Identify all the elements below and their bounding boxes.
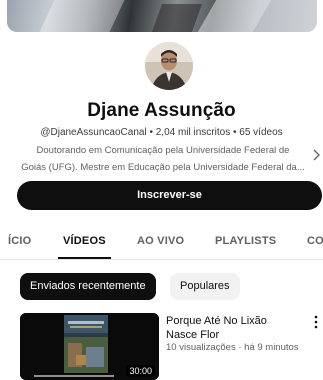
description-line: Doutorando em Comunicação pela Universid… [36, 145, 290, 156]
more-vertical-icon[interactable] [312, 315, 320, 329]
tab-playlists[interactable]: PLAYLISTS [215, 235, 276, 247]
avatar-photo [145, 42, 193, 90]
description-line: Goiás (UFG). Mestre em Educação pela Uni… [21, 162, 305, 173]
channel-description[interactable]: Doutorando em Comunicação pela Universid… [18, 142, 308, 176]
channel-tabs: ÍCIO VÍDEOS AO VIVO PLAYLISTS CO [0, 226, 323, 260]
tab-videos[interactable]: VÍDEOS [63, 235, 106, 247]
chip-enviados-recentemente[interactable]: Enviados recentemente [20, 273, 156, 300]
tab-ao-vivo[interactable]: AO VIVO [137, 235, 184, 247]
video-duration: 30:00 [126, 365, 155, 377]
subscriber-count: 2,04 mil inscritos [155, 127, 231, 138]
chip-populares[interactable]: Populares [170, 273, 240, 300]
active-tab-indicator [58, 257, 111, 259]
channel-avatar[interactable] [145, 42, 193, 90]
video-meta: 10 visualizações · há 9 minutos [166, 342, 299, 353]
video-title[interactable]: Porque Até No Lixão Nasce Flor [166, 314, 306, 342]
meta-separator: • [230, 127, 240, 138]
video-title-line: Nasce Flor [166, 329, 220, 341]
subscribe-button[interactable]: Inscrever-se [17, 181, 322, 210]
channel-handle: @DjaneAssuncaoCanal [40, 127, 147, 138]
video-count: 65 vídeos [239, 127, 283, 138]
tab-inicio[interactable]: ÍCIO [8, 235, 31, 247]
video-thumbnail[interactable]: 30:00 [20, 313, 159, 380]
channel-banner [7, 0, 317, 32]
video-title-line: Porque Até No Lixão [166, 315, 267, 327]
channel-name: Djane Assunção [87, 100, 236, 121]
meta-separator: • [146, 127, 156, 138]
channel-meta: @DjaneAssuncaoCanal • 2,04 mil inscritos… [0, 127, 323, 138]
tab-comunidade[interactable]: CO [307, 235, 323, 247]
chevron-right-icon[interactable] [310, 148, 322, 162]
